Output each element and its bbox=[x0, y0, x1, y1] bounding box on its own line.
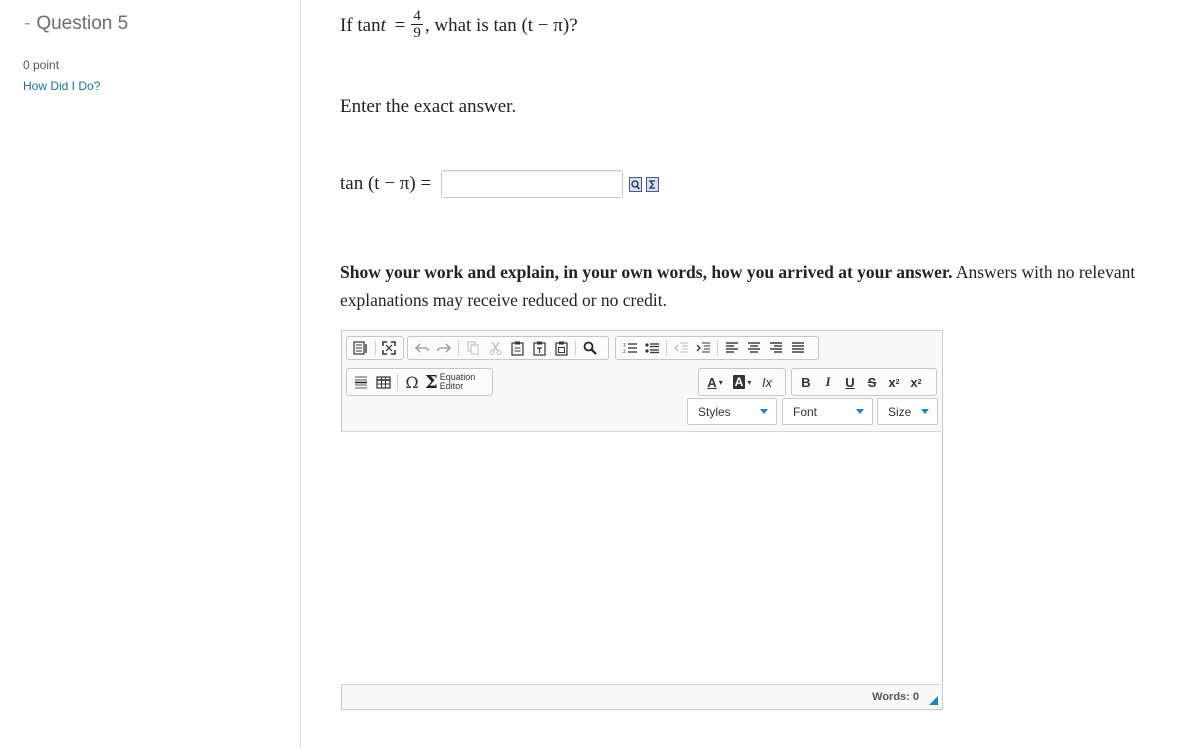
toolbar-separator bbox=[717, 340, 718, 356]
toolbar-separator bbox=[374, 340, 376, 356]
text-color-glyph: A bbox=[707, 374, 717, 390]
sigma-icon: Σ bbox=[425, 371, 438, 393]
horizontal-rule-icon[interactable] bbox=[350, 372, 372, 392]
undo-icon[interactable] bbox=[411, 338, 433, 358]
prompt-equals: = bbox=[394, 14, 406, 36]
answer-label: tan (t − π) = bbox=[340, 173, 432, 194]
how-did-i-do-link[interactable]: How Did I Do? bbox=[23, 79, 100, 93]
toolbar-group-basic-styles: B I U S x2 x2 bbox=[791, 368, 937, 396]
maximize-icon[interactable] bbox=[379, 338, 401, 358]
table-icon[interactable] bbox=[372, 372, 394, 392]
svg-text:1: 1 bbox=[623, 343, 626, 349]
align-justify-icon[interactable] bbox=[787, 338, 809, 358]
paste-word-icon[interactable] bbox=[550, 338, 572, 358]
question-points: 0 point bbox=[23, 58, 60, 72]
align-center-icon[interactable] bbox=[743, 338, 765, 358]
collapse-dash-icon[interactable]: - bbox=[24, 13, 30, 34]
equation-editor-button[interactable]: Σ Equation Editor bbox=[425, 372, 475, 393]
question-title: Question 5 bbox=[36, 13, 129, 34]
bold-icon[interactable]: B bbox=[795, 372, 817, 392]
toolbar-group-document bbox=[346, 336, 404, 360]
background-color-button[interactable]: A ▾ bbox=[728, 372, 756, 392]
toolbar-group-insert: Ω Σ Equation Editor bbox=[346, 368, 493, 396]
fraction-numerator: 4 bbox=[411, 8, 423, 25]
svg-text:2: 2 bbox=[623, 349, 626, 354]
prompt-rest: , what is bbox=[424, 14, 489, 36]
size-dropdown-label: Size bbox=[888, 404, 912, 419]
equation-editor-label: Equation Editor bbox=[440, 373, 476, 391]
paste-icon[interactable] bbox=[506, 338, 528, 358]
editor-content-area[interactable] bbox=[341, 431, 941, 685]
question-heading[interactable]: - Question 5 bbox=[24, 13, 128, 35]
font-dropdown[interactable]: Font bbox=[782, 398, 873, 425]
bulleted-list-icon[interactable] bbox=[641, 338, 663, 358]
answer-input[interactable] bbox=[441, 170, 624, 198]
source-icon[interactable] bbox=[350, 338, 372, 358]
paste-text-icon[interactable] bbox=[528, 338, 550, 358]
text-color-button[interactable]: A ▾ bbox=[702, 372, 728, 392]
chevron-down-icon bbox=[921, 409, 929, 414]
subscript-icon[interactable]: x2 bbox=[883, 372, 905, 392]
cut-icon[interactable] bbox=[484, 338, 506, 358]
size-dropdown[interactable]: Size bbox=[877, 398, 938, 425]
toolbar-separator bbox=[397, 374, 398, 390]
align-right-icon[interactable] bbox=[765, 338, 787, 358]
styles-dropdown[interactable]: Styles bbox=[687, 398, 777, 425]
equation-sigma-icon[interactable] bbox=[646, 176, 660, 192]
superscript-icon[interactable]: x2 bbox=[905, 372, 927, 392]
question-prompt: If tant = 4 9, what is tan (t − π)? bbox=[340, 8, 578, 43]
fraction-denominator: 9 bbox=[413, 25, 421, 41]
explanation-instructions: Show your work and explain, in your own … bbox=[340, 258, 1185, 314]
strikethrough-icon[interactable]: S bbox=[861, 372, 883, 392]
underline-icon[interactable]: U bbox=[839, 372, 861, 392]
align-left-icon[interactable] bbox=[721, 338, 743, 358]
redo-icon[interactable] bbox=[433, 338, 455, 358]
numbered-list-icon[interactable]: 12 bbox=[619, 338, 641, 358]
prompt-var: t bbox=[380, 14, 386, 36]
toolbar-separator bbox=[575, 340, 576, 356]
outdent-icon[interactable] bbox=[670, 338, 692, 358]
chevron-down-icon: ▾ bbox=[718, 377, 723, 387]
question-sidebar: - Question 5 0 point How Did I Do? bbox=[0, 0, 301, 748]
styles-dropdown-label: Styles bbox=[698, 404, 731, 419]
answer-row: tan (t − π) = bbox=[340, 168, 660, 200]
equation-editor-label-line2: Editor bbox=[439, 381, 464, 391]
chevron-down-icon: ▾ bbox=[747, 377, 752, 387]
prompt-expression: tan (t − π)? bbox=[493, 14, 578, 36]
italic-icon[interactable]: I bbox=[817, 372, 839, 392]
fraction: 49 bbox=[411, 8, 423, 41]
prompt-if: If bbox=[340, 14, 353, 36]
toolbar-separator bbox=[458, 340, 459, 356]
remove-format-icon[interactable]: Ix bbox=[756, 372, 778, 392]
explanation-bold: Show your work and explain, in your own … bbox=[340, 262, 953, 282]
preview-answer-icon[interactable] bbox=[629, 176, 643, 192]
chevron-down-icon bbox=[856, 409, 864, 414]
background-color-glyph: A bbox=[732, 375, 746, 389]
toolbar-group-colors: A ▾ A ▾ Ix bbox=[698, 368, 786, 396]
indent-icon[interactable] bbox=[692, 338, 714, 358]
copy-icon[interactable] bbox=[462, 338, 484, 358]
toolbar-group-paragraph: 12 bbox=[615, 336, 819, 360]
special-character-omega-icon[interactable]: Ω bbox=[401, 372, 423, 392]
instruction-text: Enter the exact answer. bbox=[340, 96, 517, 117]
resize-handle-icon[interactable] bbox=[929, 696, 938, 705]
chevron-down-icon bbox=[760, 409, 768, 414]
font-dropdown-label: Font bbox=[793, 404, 818, 419]
prompt-func: tan bbox=[357, 14, 381, 36]
toolbar-group-clipboard bbox=[407, 336, 609, 360]
find-icon[interactable] bbox=[579, 338, 601, 358]
toolbar-separator bbox=[666, 340, 667, 356]
